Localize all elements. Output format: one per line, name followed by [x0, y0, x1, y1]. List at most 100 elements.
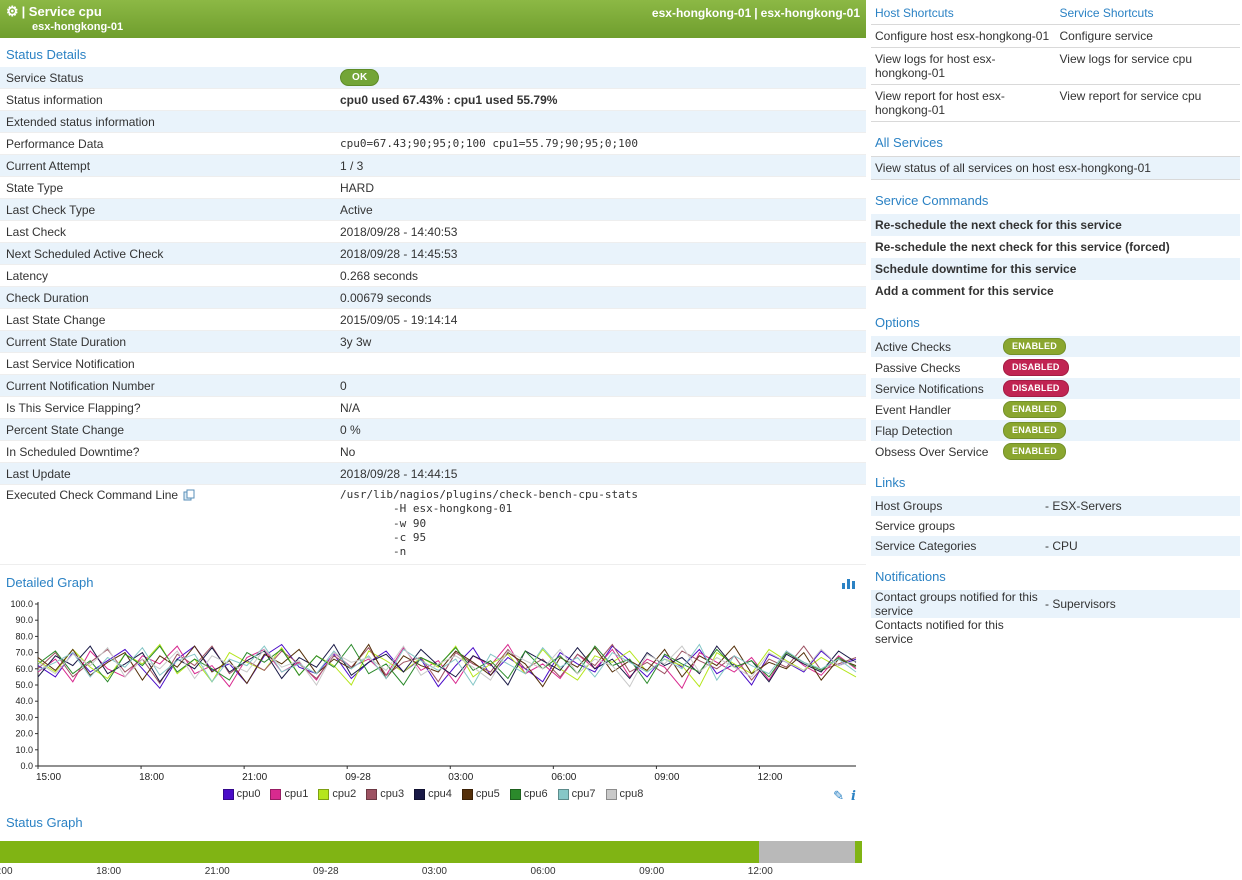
kv-row: Service Categories- CPU — [871, 536, 1240, 556]
status-row-value: Active — [340, 203, 866, 217]
legend-label: cpu3 — [380, 788, 404, 800]
legend-item-cpu6: cpu6 — [510, 788, 548, 800]
status-row-label: Current Notification Number — [6, 379, 340, 393]
page-title: | Service cpu — [22, 4, 102, 19]
status-axis-label: 15:00 — [0, 866, 13, 877]
option-state-badge[interactable]: DISABLED — [1003, 359, 1069, 375]
kv-row: Contact groups notified for this service… — [871, 590, 1240, 618]
svg-text:21:00: 21:00 — [242, 772, 267, 783]
legend-item-cpu2: cpu2 — [318, 788, 356, 800]
links-heading: Links — [871, 462, 1240, 496]
status-row-label: Is This Service Flapping? — [6, 401, 340, 415]
kv-label: Contacts notified for this service — [875, 618, 1045, 646]
option-state-badge[interactable]: ENABLED — [1003, 338, 1066, 354]
svg-text:50.0: 50.0 — [15, 680, 33, 690]
status-row-value: 0 — [340, 379, 866, 393]
status-row-label: Current State Duration — [6, 335, 340, 349]
status-row-value: 2018/09/28 - 14:45:53 — [340, 247, 866, 261]
service-command-link[interactable]: Re-schedule the next check for this serv… — [871, 236, 1240, 258]
legend-swatch — [510, 789, 521, 800]
service-command-link[interactable]: Schedule downtime for this service — [871, 258, 1240, 280]
option-state-badge[interactable]: ENABLED — [1003, 443, 1066, 459]
host-link[interactable]: esx-hongkong-01 — [652, 6, 751, 20]
options-heading: Options — [871, 302, 1240, 336]
legend-item-cpu4: cpu4 — [414, 788, 452, 800]
legend-item-cpu1: cpu1 — [270, 788, 308, 800]
status-axis-label: 21:00 — [205, 866, 230, 877]
header-links: esx-hongkong-01|esx-hongkong-01 — [652, 6, 860, 20]
legend-item-cpu0: cpu0 — [223, 788, 261, 800]
edit-graph-icon[interactable]: ✎ — [833, 788, 844, 804]
option-state-badge[interactable]: ENABLED — [1003, 401, 1066, 417]
status-row: Last Check2018/09/28 - 14:40:53 — [0, 221, 866, 243]
service-shortcut-link[interactable]: Configure service — [1056, 25, 1241, 47]
legend-label: cpu2 — [332, 788, 356, 800]
service-shortcut-link[interactable]: View report for service cpu — [1056, 85, 1241, 121]
legend-swatch — [223, 789, 234, 800]
all-services-list: View status of all services on host esx-… — [871, 156, 1240, 180]
svg-text:60.0: 60.0 — [15, 664, 33, 674]
all-services-link[interactable]: View status of all services on host esx-… — [871, 156, 1240, 180]
status-graph-labels: 15:0018:0021:0009-2803:0006:0009:0012:00 — [0, 866, 862, 880]
option-state-badge[interactable]: ENABLED — [1003, 422, 1066, 438]
notifications-heading: Notifications — [871, 556, 1240, 590]
status-row-label: Current Attempt — [6, 159, 340, 173]
status-row: Current Notification Number0 — [0, 375, 866, 397]
option-row: Flap DetectionENABLED — [871, 420, 1240, 441]
link-value[interactable]: - ESX-Servers — [1045, 499, 1122, 513]
shortcuts-header-row: Host Shortcuts Service Shortcuts — [871, 2, 1240, 25]
host-subtitle: esx-hongkong-01 — [32, 21, 860, 33]
svg-text:09:00: 09:00 — [654, 772, 679, 783]
info-icon[interactable]: i — [851, 789, 856, 804]
option-row: Event HandlerENABLED — [871, 399, 1240, 420]
status-row-value: N/A — [340, 401, 866, 415]
host-shortcut-link[interactable]: View logs for host esx-hongkong-01 — [871, 48, 1056, 84]
link-value[interactable]: - CPU — [1045, 539, 1078, 553]
host-shortcut-link[interactable]: Configure host esx-hongkong-01 — [871, 25, 1056, 47]
status-row-label: Last Service Notification — [6, 357, 340, 371]
host-shortcut-link[interactable]: View report for host esx-hongkong-01 — [871, 85, 1056, 121]
status-row-value: OK — [340, 69, 866, 87]
status-details-table: Service StatusOKStatus informationcpu0 u… — [0, 67, 866, 565]
legend-item-cpu8: cpu8 — [606, 788, 644, 800]
option-state-badge[interactable]: DISABLED — [1003, 380, 1069, 396]
legend-label: cpu7 — [572, 788, 596, 800]
status-row-value: HARD — [340, 181, 866, 195]
option-label: Active Checks — [875, 340, 1003, 354]
gear-icon[interactable]: ⚙ — [6, 3, 19, 20]
legend-label: cpu1 — [284, 788, 308, 800]
status-axis-label: 09:00 — [639, 866, 664, 877]
notification-value[interactable]: - Supervisors — [1045, 597, 1116, 611]
bar-chart-icon[interactable] — [842, 577, 856, 589]
legend-label: cpu8 — [620, 788, 644, 800]
svg-text:40.0: 40.0 — [15, 697, 33, 707]
kv-label: Service Categories — [875, 539, 1045, 553]
status-row-value: 3y 3w — [340, 335, 866, 349]
status-row-label: Latency — [6, 269, 340, 283]
service-shortcut-link[interactable]: View logs for service cpu — [1056, 48, 1241, 84]
svg-text:0.0: 0.0 — [20, 761, 33, 771]
all-services-heading: All Services — [871, 122, 1240, 156]
status-row: Check Duration0.00679 seconds — [0, 287, 866, 309]
service-command-link[interactable]: Re-schedule the next check for this serv… — [871, 214, 1240, 236]
status-axis-label: 03:00 — [422, 866, 447, 877]
service-link[interactable]: esx-hongkong-01 — [761, 6, 860, 20]
option-label: Event Handler — [875, 403, 1003, 417]
service-command-link[interactable]: Add a comment for this service — [871, 280, 1240, 302]
option-label: Passive Checks — [875, 361, 1003, 375]
chart-actions: ✎ i — [833, 788, 856, 804]
kv-label: Service groups — [875, 519, 1045, 533]
option-row: Obsess Over ServiceENABLED — [871, 441, 1240, 462]
svg-text:70.0: 70.0 — [15, 648, 33, 658]
status-row-label: Performance Data — [6, 137, 340, 151]
svg-text:80.0: 80.0 — [15, 632, 33, 642]
option-row: Service NotificationsDISABLED — [871, 378, 1240, 399]
status-row-value: No — [340, 445, 866, 459]
status-row: Current Attempt1 / 3 — [0, 155, 866, 177]
status-row-label: Executed Check Command Line — [6, 488, 340, 502]
right-panel: Host Shortcuts Service Shortcuts Configu… — [871, 0, 1242, 880]
copy-command-icon[interactable] — [183, 489, 195, 501]
service-header: ⚙ | Service cpu esx-hongkong-01 esx-hong… — [0, 0, 866, 38]
svg-text:90.0: 90.0 — [15, 616, 33, 626]
status-row-label: State Type — [6, 181, 340, 195]
